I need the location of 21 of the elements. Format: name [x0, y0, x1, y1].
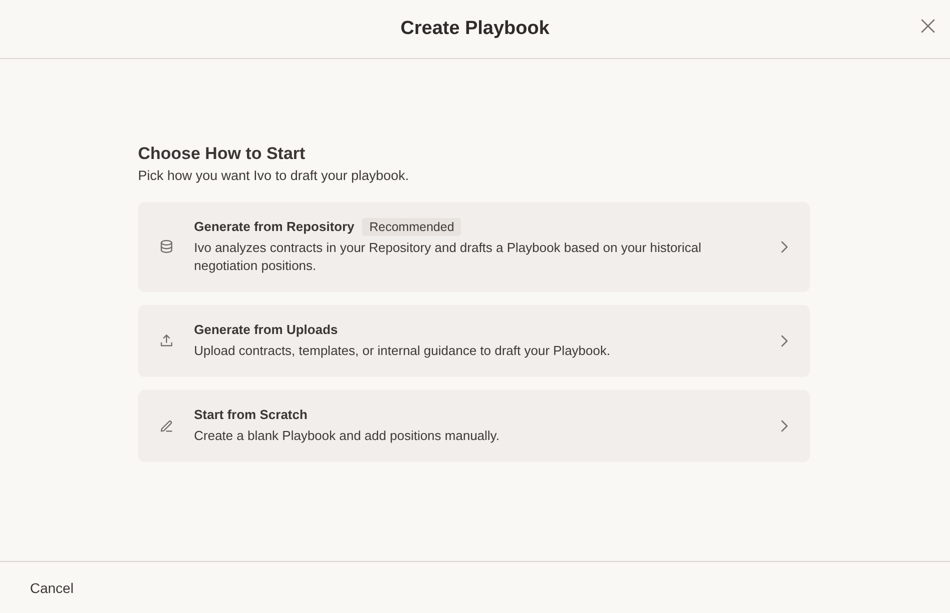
database-icon: [159, 239, 174, 254]
cancel-button[interactable]: Cancel: [30, 580, 74, 596]
pencil-icon: [159, 418, 174, 433]
option-description: Upload contracts, templates, or internal guidance to draft your Playbook.: [194, 342, 612, 360]
section-subtitle: Pick how you want Ivo to draft your playbook.: [138, 167, 409, 185]
chevron-right-icon: [779, 334, 789, 348]
close-button[interactable]: [920, 18, 936, 34]
upload-icon: [159, 333, 174, 348]
chevron-right-icon: [779, 418, 789, 432]
option-card[interactable]: Generate from Uploads Upload contracts, templates, or internal guidance to draft your Playbook.: [138, 305, 810, 377]
option-card[interactable]: Generate from Repository Recommended Ivo analyzes contracts in your Repository and drafts a Playbook based on your historical negotiation positions.: [138, 202, 810, 292]
dialog-title: Create Playbook: [400, 18, 550, 40]
option-title: Generate from Repository: [194, 218, 354, 236]
option-card[interactable]: Start from Scratch Create a blank Playbook and add positions manually.: [138, 390, 810, 462]
option-title: Start from Scratch: [194, 406, 308, 424]
chevron-right-icon: [779, 240, 789, 254]
option-title: Generate from Uploads: [194, 321, 338, 339]
recommended-badge: Recommended: [362, 218, 462, 236]
option-description: Ivo analyzes contracts in your Repository and drafts a Playbook based on your historical negotiation positions.: [194, 239, 702, 275]
section-heading: Choose How to Start: [138, 143, 306, 165]
option-description: Create a blank Playbook and add positions manually.: [194, 427, 500, 445]
